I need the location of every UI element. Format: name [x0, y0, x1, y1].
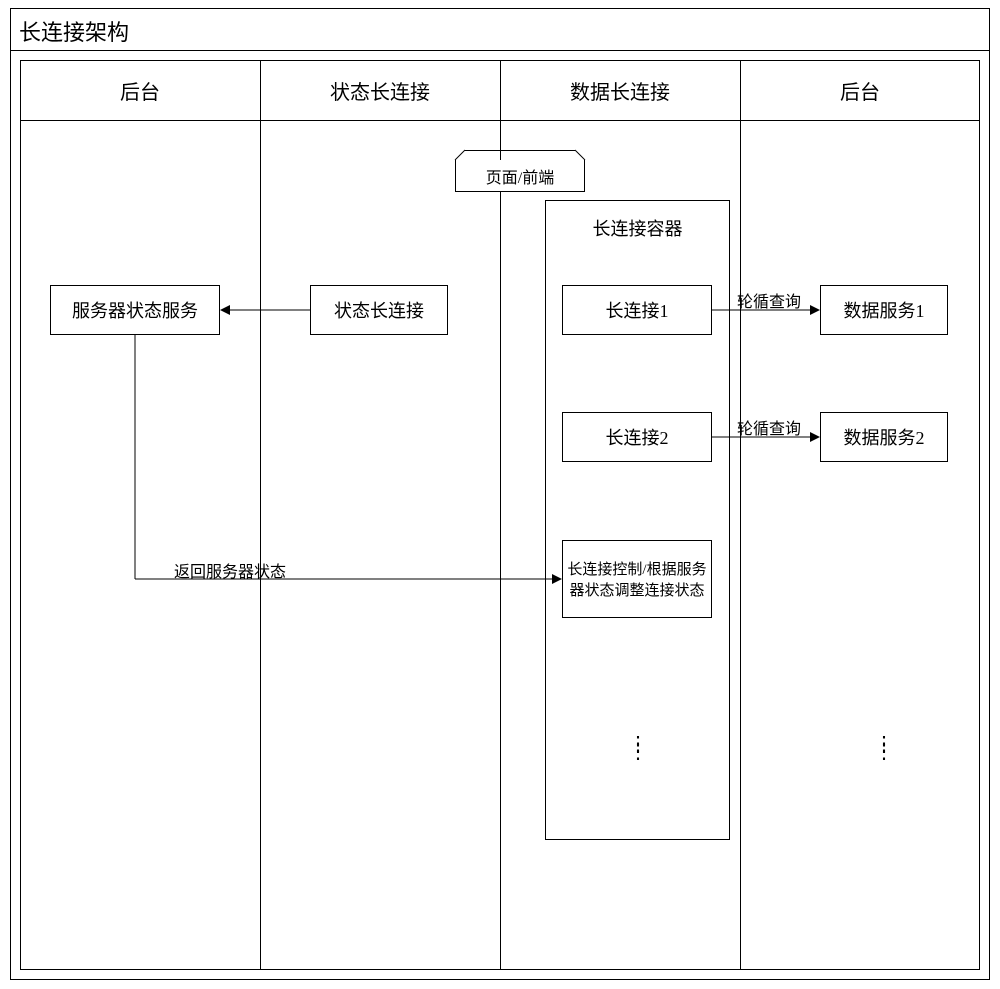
col-header-data-conn: 数据长连接 — [500, 60, 740, 120]
long-conn-1: 长连接1 — [562, 285, 712, 335]
state-long-conn-node: 状态长连接 — [310, 285, 448, 335]
col-header-backend-right: 后台 — [740, 60, 980, 120]
data-service-1: 数据服务1 — [820, 285, 948, 335]
edge-label-poll-2: 轮循查询 — [730, 415, 808, 439]
ellipsis-container: ⋮⋮ — [628, 740, 648, 756]
edge-state-to-server — [220, 300, 310, 320]
col-divider-3 — [740, 60, 741, 970]
page-frontend-label: 页面/前端 — [455, 160, 585, 192]
edge-label-poll-1: 轮循查询 — [730, 288, 808, 312]
diagram-title: 长连接架构 — [11, 9, 989, 53]
header-divider — [20, 120, 980, 121]
server-state-service: 服务器状态服务 — [50, 285, 220, 335]
edge-label-return-state: 返回服务器状态 — [160, 558, 300, 582]
diagram-surface: 长连接架构 后台 状态长连接 数据长连接 后台 页面/前端 长连接容器 长连接1… — [0, 0, 1000, 989]
data-service-2: 数据服务2 — [820, 412, 948, 462]
long-conn-controller: 长连接控制/根据服务器状态调整连接状态 — [562, 540, 712, 618]
title-bar: 长连接架构 — [10, 8, 990, 50]
col-header-backend-left: 后台 — [20, 60, 260, 120]
ellipsis-backend-right: ⋮⋮ — [874, 740, 894, 756]
page-frontend-tab: 页面/前端 — [455, 150, 585, 192]
container-title: 长连接容器 — [545, 210, 730, 246]
edge-return-server-state — [130, 335, 562, 595]
long-conn-2: 长连接2 — [562, 412, 712, 462]
col-header-state-conn: 状态长连接 — [260, 60, 500, 120]
